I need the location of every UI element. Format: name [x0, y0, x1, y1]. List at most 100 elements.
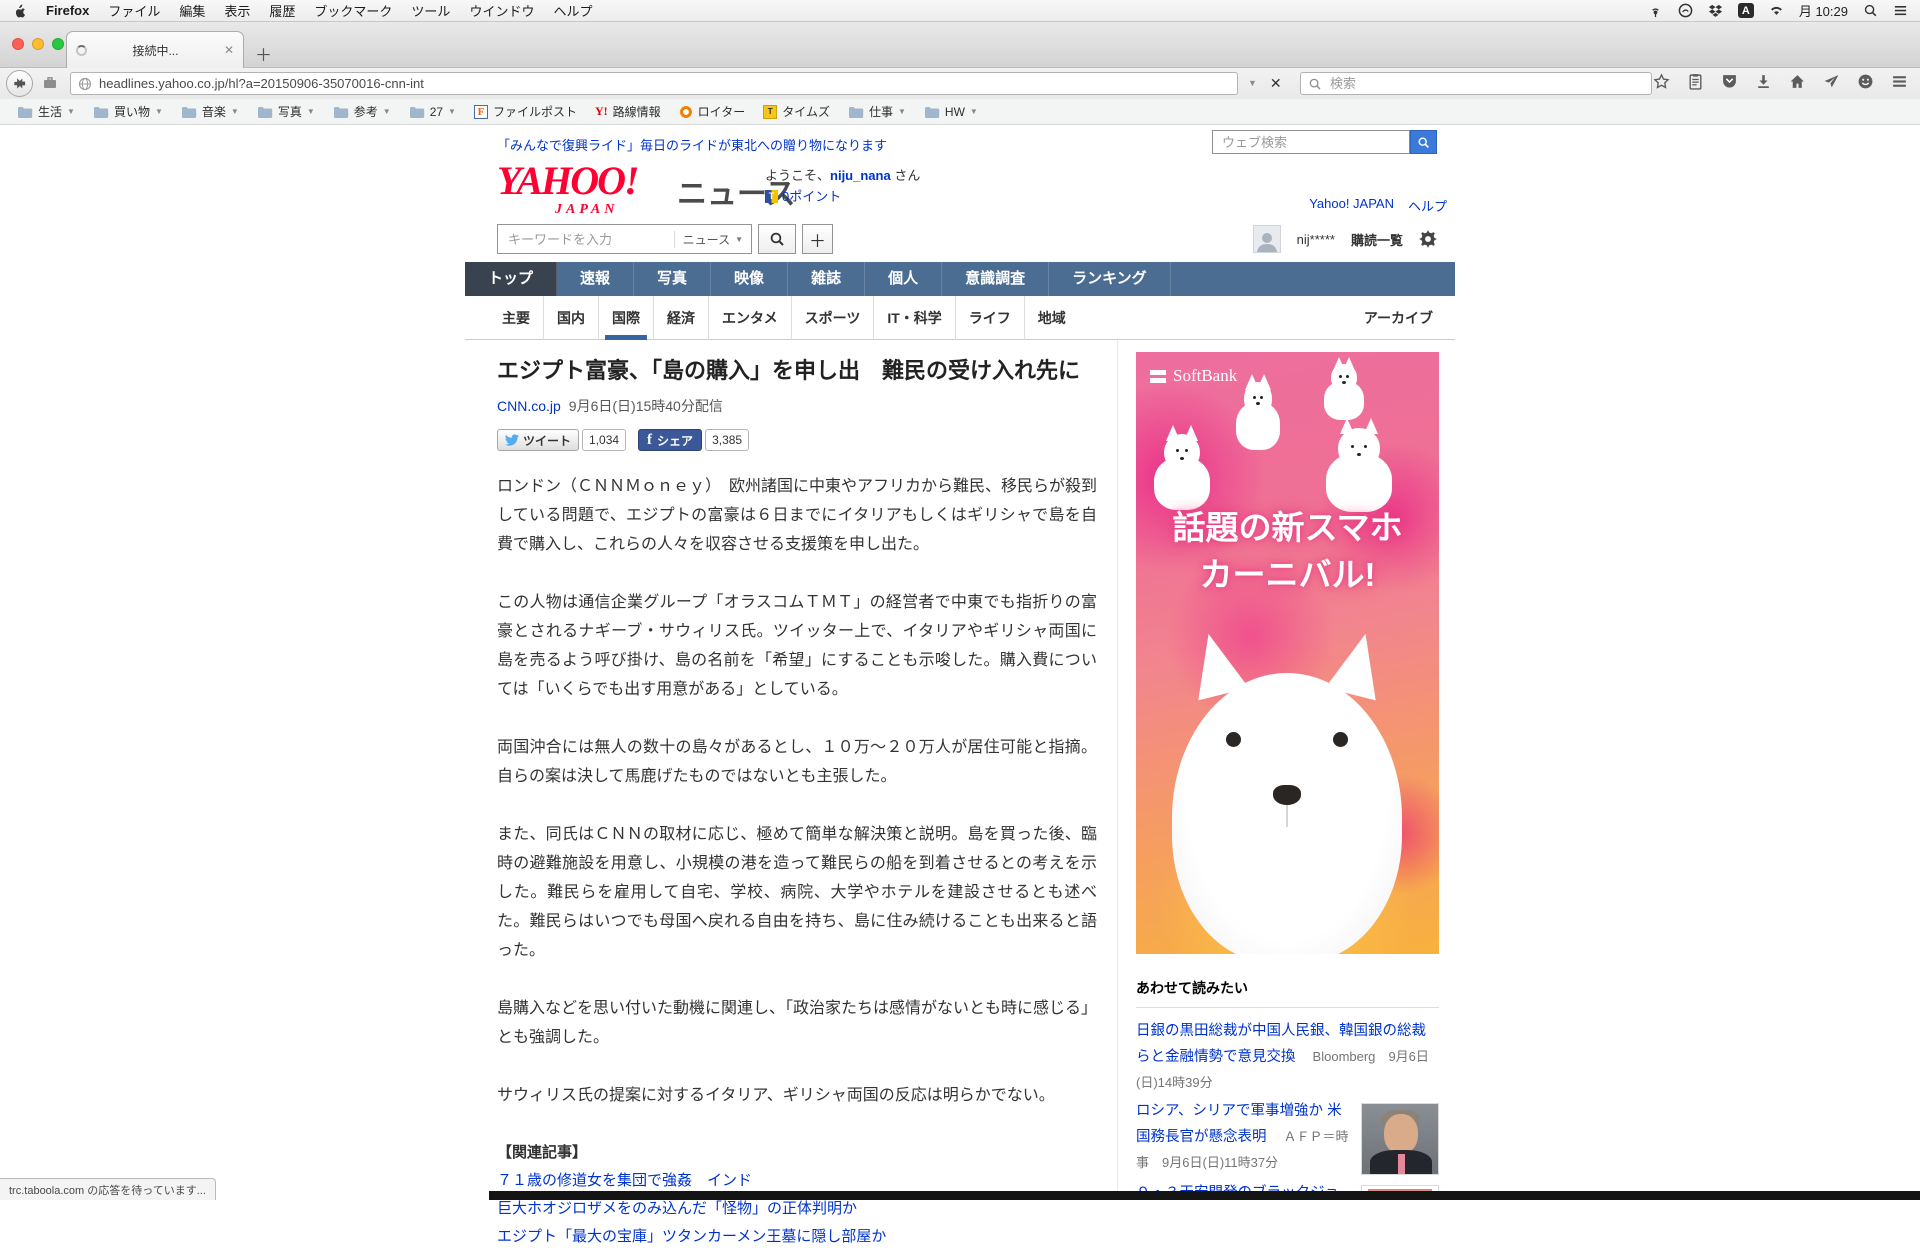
keyword-input[interactable]: [506, 231, 674, 248]
menu-hamburger-icon[interactable]: [1891, 73, 1908, 90]
reading-list-icon[interactable]: [1687, 73, 1704, 90]
signal-icon[interactable]: [1648, 3, 1663, 18]
browser-search-bar[interactable]: [1300, 72, 1652, 95]
sidebar-news-item[interactable]: 日銀の黒田総裁が中国人民銀、韓国銀の総裁らと金融情勢で意見交換 Bloomber…: [1136, 1018, 1439, 1096]
search-scope-dropdown[interactable]: ニュース ▼: [674, 231, 743, 248]
news-thumbnail-portrait[interactable]: [1361, 1103, 1439, 1175]
bookmark-folder-photo[interactable]: 写真▼: [248, 99, 324, 124]
url-dropdown-icon[interactable]: ▼: [1248, 78, 1257, 88]
back-button[interactable]: [6, 70, 33, 97]
bookmark-filepost[interactable]: F ファイルポスト: [465, 99, 586, 124]
bookmark-times[interactable]: T タイムズ: [754, 99, 839, 124]
web-search-input[interactable]: [1220, 134, 1402, 151]
menubar-clock[interactable]: 月 10:29: [1799, 1, 1848, 20]
subnav-international[interactable]: 国際: [598, 296, 653, 340]
menubar-item-window[interactable]: ウインドウ: [469, 1, 534, 20]
yahoo-japan-logo[interactable]: YAHOO! JAPAN: [497, 161, 638, 217]
subnav-life[interactable]: ライフ: [955, 296, 1024, 340]
tab-photo[interactable]: 写真: [634, 262, 711, 296]
subnav-economy[interactable]: 経済: [653, 296, 708, 340]
spotlight-icon[interactable]: [1863, 3, 1878, 18]
menubar-item-bookmarks[interactable]: ブックマーク: [314, 1, 392, 20]
subnav-domestic[interactable]: 国内: [543, 296, 598, 340]
share-plane-icon[interactable]: [1823, 73, 1840, 90]
bookmark-folder-hw[interactable]: HW▼: [915, 99, 987, 124]
subnav-main[interactable]: 主要: [489, 296, 543, 340]
related-link[interactable]: エジプト「最大の宝庫」ツタンカーメン王墓に隠し部屋か: [497, 1223, 1097, 1251]
article-source-link[interactable]: CNN.co.jp: [497, 398, 561, 414]
related-heading: 【関連記事】: [497, 1139, 1097, 1167]
bookmark-folder-work[interactable]: 仕事▼: [839, 99, 915, 124]
promo-link[interactable]: 「みんなで復興ライド」毎日のライドが東北への贈り物になります: [497, 135, 887, 154]
user-id-link[interactable]: niju_nana: [830, 168, 891, 183]
avatar[interactable]: [1253, 225, 1281, 253]
tab-ranking[interactable]: ランキング: [1049, 262, 1171, 296]
help-link[interactable]: ヘルプ: [1408, 196, 1447, 215]
tab-close-icon[interactable]: ✕: [224, 44, 234, 56]
subnav-it-science[interactable]: IT・科学: [873, 296, 954, 340]
browser-search-input[interactable]: [1328, 75, 1644, 92]
dropbox-icon[interactable]: [1708, 3, 1723, 18]
tab-video[interactable]: 映像: [711, 262, 788, 296]
facebook-share-button[interactable]: f シェア: [638, 429, 702, 451]
bookmark-star-icon[interactable]: [1653, 73, 1670, 90]
apple-menu-icon[interactable]: [12, 3, 27, 18]
bookmark-folder-reference[interactable]: 参考▼: [324, 99, 400, 124]
site-identity-icon[interactable]: [42, 75, 58, 91]
yahoo-japan-link[interactable]: Yahoo! JAPAN: [1309, 196, 1394, 215]
menubar-item-tools[interactable]: ツール: [411, 1, 450, 20]
sidebar-news-source: Bloomberg: [1313, 1049, 1376, 1064]
bookmark-folder-life[interactable]: 生活▼: [8, 99, 84, 124]
tweet-button[interactable]: ツイート: [497, 429, 579, 451]
points-link[interactable]: T 0ポイント: [765, 186, 920, 207]
menubar-item-edit[interactable]: 編集: [179, 1, 205, 20]
menubar-item-view[interactable]: 表示: [224, 1, 250, 20]
bookmark-reuters[interactable]: ロイター: [670, 99, 755, 124]
downloads-icon[interactable]: [1755, 73, 1772, 90]
menubar-item-history[interactable]: 履歴: [269, 1, 295, 20]
bookmark-transit[interactable]: Y! 路線情報: [586, 99, 670, 124]
home-icon[interactable]: [1789, 73, 1806, 90]
news-search-button[interactable]: [758, 224, 796, 254]
bookmark-folder-shopping[interactable]: 買い物▼: [84, 99, 172, 124]
url-bar[interactable]: headlines.yahoo.co.jp/hl?a=20150906-3507…: [70, 72, 1238, 95]
sidebar: SoftBank 話題の新スマホ カーニバル!: [1117, 338, 1455, 1200]
browser-tab[interactable]: 接続中... ✕: [66, 31, 244, 68]
stop-loading-button[interactable]: ✕: [1270, 76, 1282, 90]
minimize-window-button[interactable]: [32, 38, 44, 50]
tab-top[interactable]: トップ: [465, 262, 557, 296]
subnav-region[interactable]: 地域: [1024, 296, 1079, 340]
bookmark-folder-music[interactable]: 音楽▼: [172, 99, 248, 124]
tab-poll[interactable]: 意識調査: [942, 262, 1049, 296]
notification-center-icon[interactable]: [1893, 3, 1908, 18]
menubar-item-firefox[interactable]: Firefox: [46, 3, 89, 18]
zoom-window-button[interactable]: [52, 38, 64, 50]
browser-status-bar: trc.taboola.com の応答を待っています...: [0, 1178, 216, 1200]
pocket-icon[interactable]: [1721, 73, 1738, 90]
archive-link[interactable]: アーカイブ: [1364, 308, 1433, 328]
tab-title: 接続中...: [93, 42, 218, 59]
tab-personal[interactable]: 個人: [865, 262, 942, 296]
close-window-button[interactable]: [12, 38, 24, 50]
softbank-ad[interactable]: SoftBank 話題の新スマホ カーニバル!: [1136, 352, 1439, 954]
input-source-icon[interactable]: A: [1738, 3, 1754, 18]
subnav-entertainment[interactable]: エンタメ: [708, 296, 791, 340]
account-id[interactable]: nij*****: [1297, 232, 1335, 247]
article-paragraph: また、同氏はＣＮＮの取材に応じ、極めて簡単な解決策と説明。島を買った後、臨時の避…: [497, 820, 1097, 965]
subscription-list-link[interactable]: 購読一覧: [1351, 230, 1403, 249]
tab-magazine[interactable]: 雑誌: [788, 262, 865, 296]
menubar-item-help[interactable]: ヘルプ: [553, 1, 592, 20]
creative-cloud-icon[interactable]: [1678, 3, 1693, 18]
bookmark-folder-27[interactable]: 27▼: [400, 99, 465, 124]
tab-flash[interactable]: 速報: [557, 262, 634, 296]
sidebar-news-item[interactable]: ロシア、シリアで軍事増強か 米国務長官が懸念表明 ＡＦＰ＝時事 9月6日(日)1…: [1136, 1098, 1439, 1176]
feedback-smiley-icon[interactable]: [1857, 73, 1874, 90]
add-search-button[interactable]: ＋: [802, 224, 833, 254]
subnav-sports[interactable]: スポーツ: [791, 296, 874, 340]
white-dog-illustration: [1154, 434, 1210, 510]
web-search-button[interactable]: [1410, 130, 1437, 154]
new-tab-button[interactable]: ＋: [255, 41, 272, 66]
gear-icon[interactable]: [1419, 230, 1437, 248]
menubar-item-file[interactable]: ファイル: [108, 1, 160, 20]
wifi-icon[interactable]: [1769, 3, 1784, 18]
